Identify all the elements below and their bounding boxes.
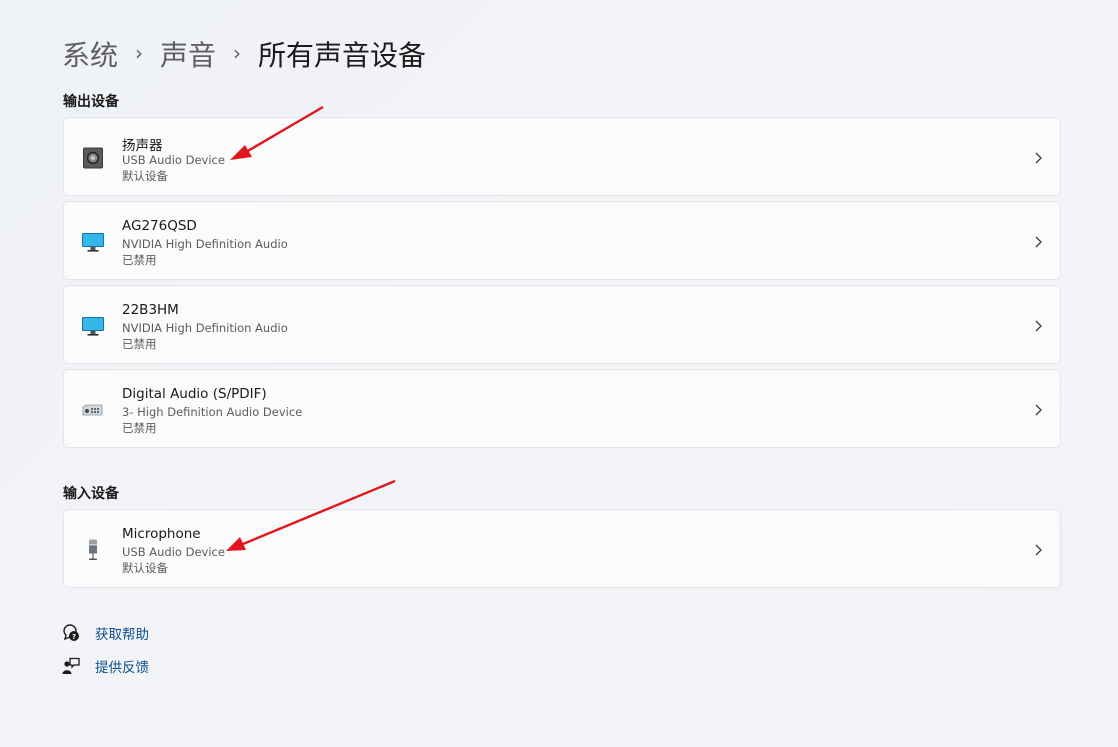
device-status: 默认设备 (122, 561, 168, 575)
speaker-icon (83, 147, 103, 169)
chevron-right-icon (1035, 544, 1042, 556)
give-feedback-label[interactable]: 提供反馈 (95, 656, 149, 676)
device-status: 已禁用 (122, 253, 157, 267)
breadcrumb: 系统 › 声音 › 所有声音设备 (62, 34, 426, 74)
device-card-speaker[interactable]: 扬声器 USB Audio Device 默认设备 (63, 117, 1061, 196)
device-driver: USB Audio Device (122, 545, 225, 559)
monitor-icon (82, 233, 104, 252)
get-help-link[interactable]: ? 获取帮助 (62, 623, 149, 643)
device-name: Digital Audio (S/PDIF) (122, 386, 267, 402)
breadcrumb-system[interactable]: 系统 (62, 34, 118, 74)
help-icon: ? (63, 624, 79, 641)
breadcrumb-separator: › (135, 41, 144, 65)
device-driver: NVIDIA High Definition Audio (122, 237, 288, 251)
device-driver: NVIDIA High Definition Audio (122, 321, 288, 335)
device-driver: USB Audio Device (122, 153, 225, 167)
device-status: 已禁用 (122, 337, 157, 351)
microphone-icon (89, 539, 97, 560)
breadcrumb-sound[interactable]: 声音 (160, 34, 216, 74)
output-section-title: 输出设备 (63, 94, 119, 110)
device-name: AG276QSD (122, 218, 197, 234)
device-status: 已禁用 (122, 421, 157, 435)
chevron-right-icon (1035, 152, 1042, 164)
device-name: 扬声器 (122, 138, 163, 154)
feedback-icon (62, 657, 80, 674)
device-status: 默认设备 (122, 169, 168, 183)
breadcrumb-separator: › (233, 41, 242, 65)
digital-audio-icon (82, 404, 103, 416)
input-section-title: 输入设备 (63, 486, 119, 502)
page-title: 所有声音设备 (258, 39, 427, 72)
chevron-right-icon (1035, 236, 1042, 248)
svg-text:?: ? (72, 633, 76, 641)
device-card-22b3hm[interactable]: 22B3HM NVIDIA High Definition Audio 已禁用 (63, 285, 1061, 364)
give-feedback-link[interactable]: 提供反馈 (62, 656, 149, 676)
device-card-microphone[interactable]: Microphone USB Audio Device 默认设备 (63, 509, 1061, 588)
device-card-ag276qsd[interactable]: AG276QSD NVIDIA High Definition Audio 已禁… (63, 201, 1061, 280)
chevron-right-icon (1035, 320, 1042, 332)
device-name: 22B3HM (122, 302, 179, 318)
device-name: Microphone (122, 526, 201, 542)
device-driver: 3- High Definition Audio Device (122, 405, 303, 419)
device-card-digital-audio[interactable]: Digital Audio (S/PDIF) 3- High Definitio… (63, 369, 1061, 448)
get-help-label[interactable]: 获取帮助 (95, 623, 149, 643)
chevron-right-icon (1035, 404, 1042, 416)
monitor-icon (82, 317, 104, 336)
